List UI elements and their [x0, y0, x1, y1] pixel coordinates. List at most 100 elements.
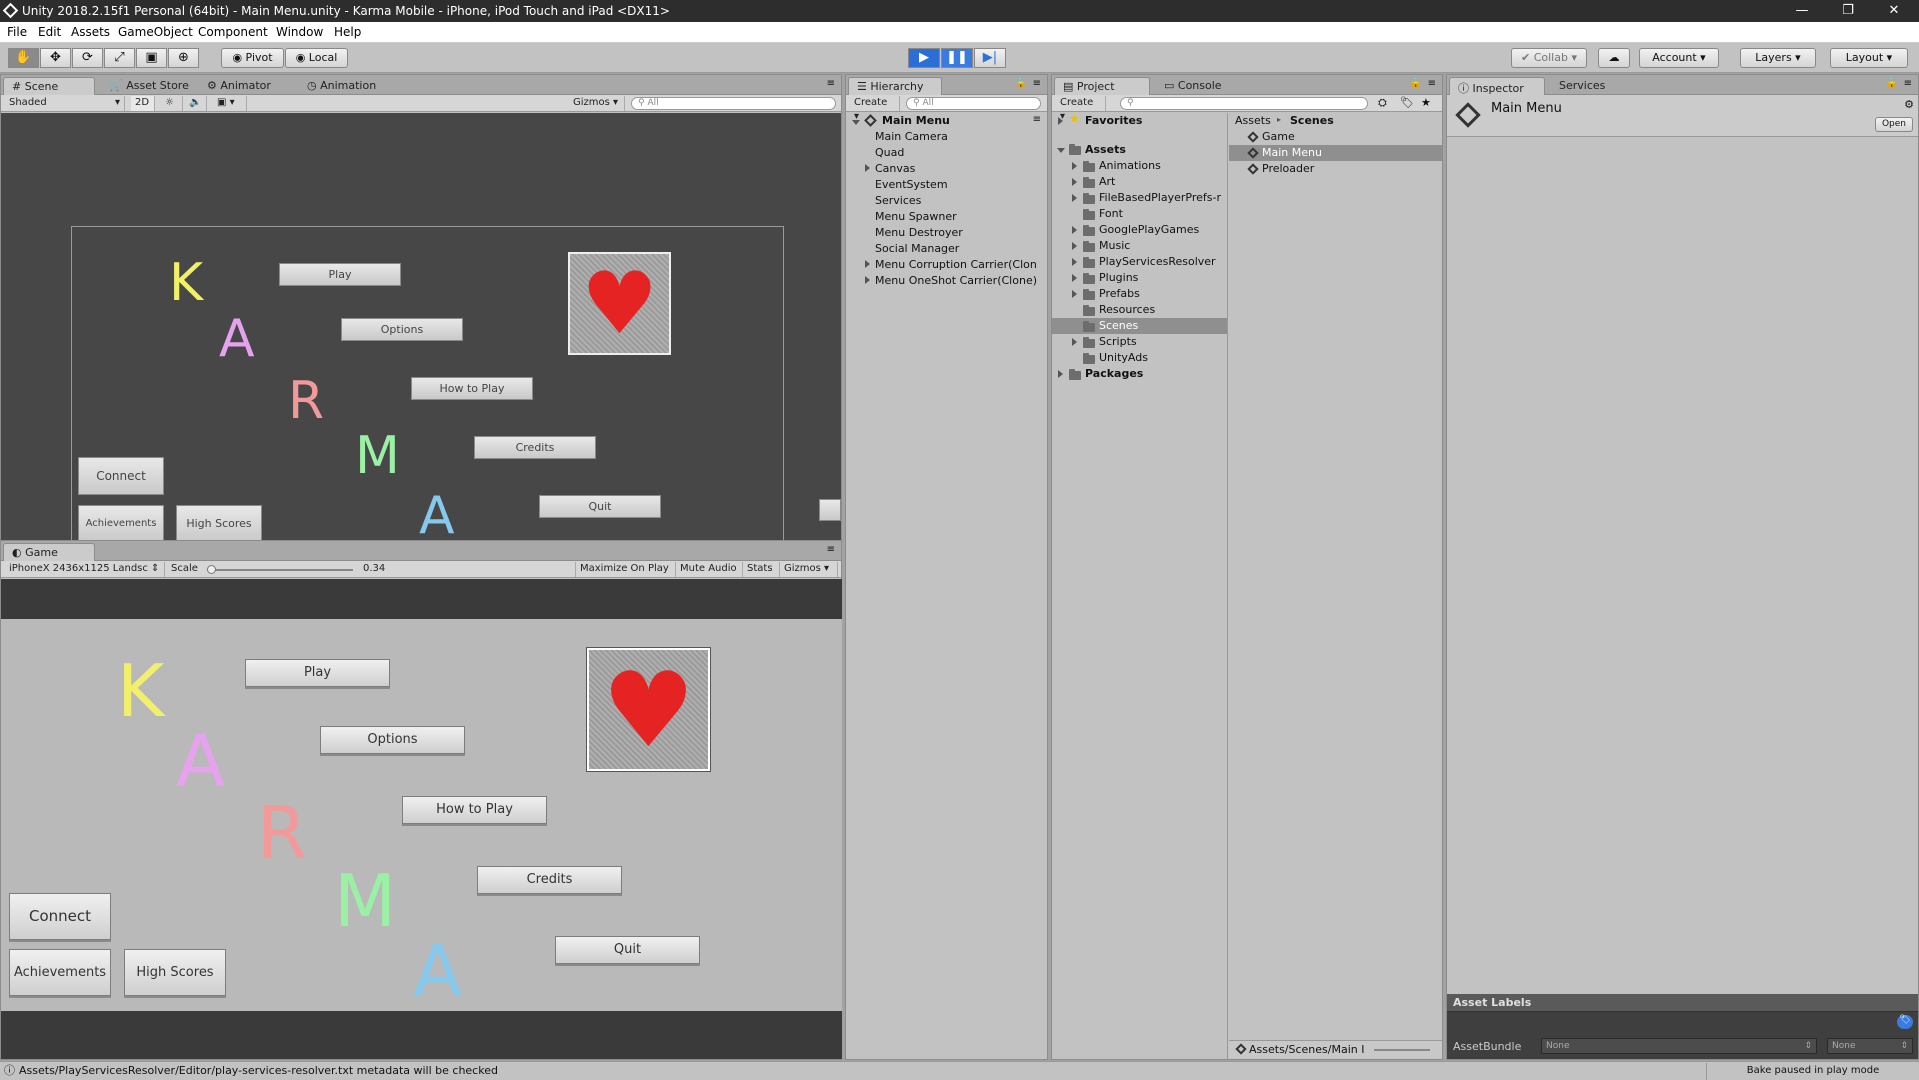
project-create-dropdown[interactable]: Create ▾	[1056, 96, 1106, 122]
hierarchy-menu-icon[interactable]: ≡	[1033, 78, 1041, 89]
game-gizmos-dropdown[interactable]: Gizmos ▾	[780, 562, 838, 577]
layers-dropdown[interactable]: Layers ▾	[1740, 48, 1816, 68]
menu-help[interactable]: Help	[334, 25, 361, 39]
filter-label-icon[interactable]: 🏷	[1400, 96, 1414, 109]
menu-edit[interactable]: Edit	[38, 25, 61, 39]
scene-connect-button[interactable]: Connect	[78, 457, 164, 495]
mode-2d-toggle[interactable]: 2D	[131, 96, 155, 111]
scene-file[interactable]: Game	[1262, 130, 1295, 143]
hand-tool-icon[interactable]: ✋	[8, 48, 39, 68]
tab-scene[interactable]: # Scene	[3, 77, 95, 95]
game-play-button[interactable]: Play	[245, 659, 390, 687]
inspector-lock-icon[interactable]: 🔒	[1886, 78, 1898, 89]
folder-item[interactable]: FileBasedPlayerPrefs-r	[1099, 191, 1221, 204]
scene-quit-button[interactable]: Quit	[539, 495, 661, 518]
expand-arrow-icon[interactable]	[1058, 117, 1063, 125]
open-button[interactable]: Open	[1875, 117, 1913, 132]
expand-arrow-icon[interactable]	[865, 276, 870, 284]
cloud-button[interactable]: ☁	[1598, 48, 1630, 68]
folder-item[interactable]: Resources	[1099, 303, 1155, 316]
play-button[interactable]: ▶	[908, 48, 940, 68]
hierarchy-item[interactable]: Main Camera	[875, 130, 948, 143]
favorite-star-icon[interactable]: ★	[1421, 96, 1431, 109]
hierarchy-search-input[interactable]: ⚲ All	[906, 97, 1041, 110]
offscreen-element[interactable]	[819, 499, 841, 521]
game-high-scores-button[interactable]: High Scores	[124, 949, 226, 996]
game-achievements-button[interactable]: Achievements	[9, 949, 111, 996]
pivot-toggle[interactable]: ◉ Pivot	[221, 48, 284, 68]
pause-button[interactable]: ❚❚	[941, 48, 973, 68]
step-button[interactable]: ▶|	[974, 48, 1006, 68]
mute-audio-toggle[interactable]: Mute Audio	[676, 562, 743, 577]
expand-arrow-icon[interactable]	[1072, 194, 1077, 202]
expand-arrow-icon[interactable]	[1072, 226, 1077, 234]
expand-arrow-icon[interactable]	[1072, 178, 1077, 186]
game-credits-button[interactable]: Credits	[477, 866, 622, 894]
label-tag-icon[interactable]: 🏷	[1897, 1015, 1913, 1029]
menu-assets[interactable]: Assets	[71, 25, 110, 39]
tab-asset-store[interactable]: 🛒 Asset Store	[101, 77, 197, 95]
assets-folder[interactable]: Assets	[1085, 143, 1126, 156]
scene-credits-button[interactable]: Credits	[474, 436, 596, 459]
hierarchy-item[interactable]: EventSystem	[875, 178, 948, 191]
folder-item[interactable]: Animations	[1099, 159, 1161, 172]
expand-arrow-icon[interactable]	[1072, 290, 1077, 298]
tab-hierarchy[interactable]: ☰ Hierarchy	[848, 77, 942, 95]
breadcrumb-assets[interactable]: Assets	[1235, 114, 1271, 127]
menu-gameobject[interactable]: GameObject	[118, 25, 193, 39]
tab-console[interactable]: ▭ Console	[1156, 77, 1230, 95]
folder-item[interactable]: Prefabs	[1099, 287, 1140, 300]
restore-button[interactable]: ❐	[1825, 0, 1871, 22]
effects-icon[interactable]: ▣ ▾	[213, 96, 247, 111]
close-button[interactable]: ✕	[1871, 0, 1917, 22]
project-menu-icon[interactable]: ≡	[1428, 78, 1436, 89]
game-options-button[interactable]: Options	[320, 726, 465, 754]
local-toggle[interactable]: ◉ Local	[285, 48, 348, 68]
account-dropdown[interactable]: Account ▾	[1639, 48, 1719, 68]
hierarchy-create-dropdown[interactable]: Create ▾	[850, 96, 900, 122]
inspector-menu-icon[interactable]: ≡	[1904, 78, 1912, 89]
scene-how-to-play-button[interactable]: How to Play	[411, 377, 533, 400]
favorites-item[interactable]: Favorites	[1085, 114, 1142, 127]
stats-toggle[interactable]: Stats	[743, 562, 780, 577]
project-search-input[interactable]: ⚲	[1120, 97, 1368, 110]
hierarchy-item[interactable]: Quad	[875, 146, 904, 159]
tab-project[interactable]: ▤ Project	[1054, 77, 1150, 95]
game-connect-button[interactable]: Connect	[9, 893, 111, 940]
folder-item[interactable]: Art	[1099, 175, 1115, 188]
project-lock-icon[interactable]: 🔒	[1410, 78, 1422, 89]
minimize-button[interactable]: —	[1779, 0, 1825, 22]
hierarchy-scene-name[interactable]: Main Menu	[882, 114, 950, 127]
hierarchy-item[interactable]: Menu Destroyer	[875, 226, 963, 239]
scene-options-button[interactable]: Options	[341, 318, 463, 341]
expand-arrow-icon[interactable]	[1072, 162, 1077, 170]
scene-viewport[interactable]: K A R M A Play Options How to Play Credi…	[1, 113, 841, 556]
rotate-tool-icon[interactable]: ⟳	[72, 48, 103, 68]
lighting-icon[interactable]: ☼	[161, 96, 183, 111]
menu-file[interactable]: File	[7, 25, 27, 39]
expand-arrow-icon[interactable]	[865, 164, 870, 172]
expand-arrow-icon[interactable]	[1072, 242, 1077, 250]
expand-arrow-icon[interactable]	[1057, 148, 1065, 153]
tab-animation[interactable]: ◷ Animation	[299, 77, 384, 95]
hierarchy-item[interactable]: Menu Spawner	[875, 210, 957, 223]
collab-dropdown[interactable]: ✔ Collab ▾	[1511, 48, 1587, 68]
tab-game[interactable]: ◐ Game	[3, 543, 95, 561]
tab-animator[interactable]: ⚙ Animator	[199, 77, 279, 95]
tab-services[interactable]: Services	[1551, 77, 1613, 95]
folder-item[interactable]: Scripts	[1099, 335, 1137, 348]
maximize-on-play-toggle[interactable]: Maximize On Play	[575, 562, 676, 577]
hierarchy-item[interactable]: Services	[875, 194, 921, 207]
icon-size-slider[interactable]	[1374, 1049, 1430, 1051]
expand-arrow-icon[interactable]	[865, 260, 870, 268]
expand-arrow-icon[interactable]	[1058, 370, 1063, 378]
resolution-dropdown[interactable]: iPhoneX 2436x1125 Landsc ⇕	[5, 562, 165, 577]
game-how-to-play-button[interactable]: How to Play	[402, 796, 547, 824]
shading-dropdown[interactable]: Shaded ▾	[5, 96, 125, 111]
expand-arrow-icon[interactable]	[1072, 274, 1077, 282]
status-message[interactable]: Assets/PlayServicesResolver/Editor/play-…	[19, 1062, 498, 1080]
folder-item[interactable]: Music	[1099, 239, 1130, 252]
settings-gear-icon[interactable]: ⚙	[1904, 98, 1914, 111]
folder-item[interactable]: UnityAds	[1099, 351, 1148, 364]
scene-file-selected[interactable]: Main Menu	[1262, 146, 1322, 159]
